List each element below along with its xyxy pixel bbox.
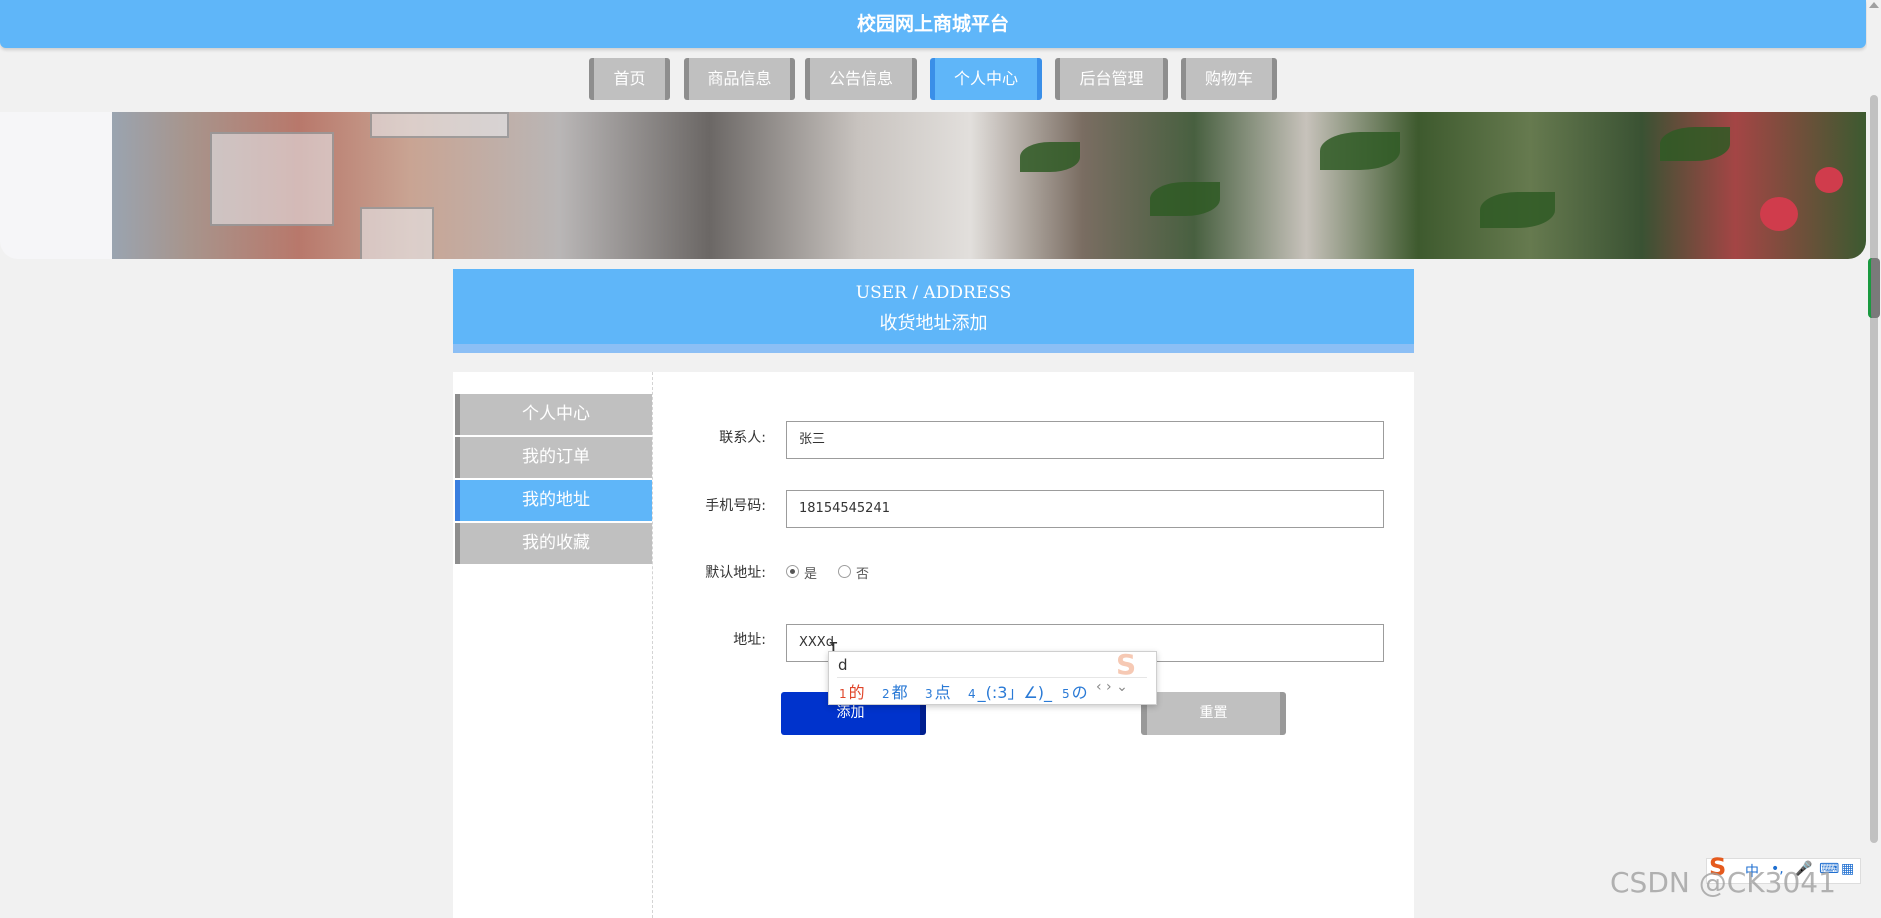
nav-user-center[interactable]: 个人中心: [930, 58, 1042, 100]
section-title-en: USER / ADDRESS: [855, 283, 1012, 303]
page-scrollbar[interactable]: [1867, 0, 1881, 918]
sidebar-item-orders[interactable]: 我的订单: [455, 437, 652, 478]
banner-leaf: [1480, 192, 1555, 228]
contact-label: 联系人:: [719, 430, 766, 446]
banner-window: [210, 132, 334, 226]
scroll-thumb[interactable]: [1870, 95, 1878, 843]
default-yes-radio[interactable]: [786, 565, 799, 578]
sidebar-item-addresses[interactable]: 我的地址: [455, 480, 652, 521]
ime-candidate-popup: S d 1的 2都 3点 4 _(:3」∠)_ 5の ‹ › ⌄: [828, 648, 1157, 705]
default-address-label: 默认地址:: [705, 565, 766, 581]
ime-candidate[interactable]: 5の: [1062, 679, 1088, 703]
ime-candidate[interactable]: 1的: [839, 679, 865, 703]
address-panel: 个人中心 我的订单 我的地址 我的收藏 联系人: 张三 手机号码: 181545…: [453, 372, 1414, 918]
section-title-cn: 收货地址添加: [879, 313, 988, 334]
default-yes-label: 是: [804, 567, 818, 582]
banner-leaf: [1660, 127, 1730, 161]
ime-candidate[interactable]: 4 _(:3」∠)_: [968, 679, 1052, 703]
ime-composition: d: [838, 656, 848, 674]
main-nav: 首页 商品信息 公告信息 个人中心 后台管理 购物车: [0, 58, 1866, 102]
sidebar-item-user-center[interactable]: 个人中心: [455, 394, 652, 435]
watermark: CSDN @CK3041: [1610, 866, 1836, 899]
user-sidebar: 个人中心 我的订单 我的地址 我的收藏: [453, 372, 653, 918]
nav-admin[interactable]: 后台管理: [1055, 58, 1168, 100]
nav-cart[interactable]: 购物车: [1181, 58, 1277, 100]
site-title: 校园网上商城平台: [0, 0, 1866, 48]
scroll-up-arrow-icon[interactable]: [1869, 2, 1879, 8]
default-no-radio[interactable]: [838, 565, 851, 578]
banner-flower: [1760, 197, 1798, 231]
scroll-position-marker: [1868, 258, 1880, 318]
ime-candidate[interactable]: 3点: [925, 679, 951, 703]
banner-window: [360, 207, 434, 259]
ime-page-arrows-icon[interactable]: ‹ › ⌄: [1096, 679, 1881, 723]
contact-field[interactable]: 张三: [786, 421, 1384, 459]
campus-banner-image: [0, 112, 1866, 259]
sidebar-item-favorites[interactable]: 我的收藏: [455, 523, 652, 564]
default-no-label: 否: [856, 567, 870, 582]
banner-leaf: [1020, 142, 1080, 172]
ime-divider: [837, 677, 1147, 678]
banner-leaf: [1320, 132, 1400, 170]
nav-notices[interactable]: 公告信息: [805, 58, 917, 100]
section-heading: USER / ADDRESS 收货地址添加: [453, 269, 1414, 353]
phone-label: 手机号码:: [705, 498, 766, 514]
phone-field[interactable]: 18154545241: [786, 490, 1384, 528]
nav-home[interactable]: 首页: [589, 58, 670, 100]
banner-leaf: [1150, 182, 1220, 216]
grid-icon[interactable]: ▦: [1841, 861, 1854, 877]
banner-window: [370, 112, 509, 138]
address-label: 地址:: [733, 632, 766, 648]
ime-candidate[interactable]: 2都: [882, 679, 908, 703]
banner-flower: [1815, 167, 1843, 193]
nav-products[interactable]: 商品信息: [684, 58, 795, 100]
